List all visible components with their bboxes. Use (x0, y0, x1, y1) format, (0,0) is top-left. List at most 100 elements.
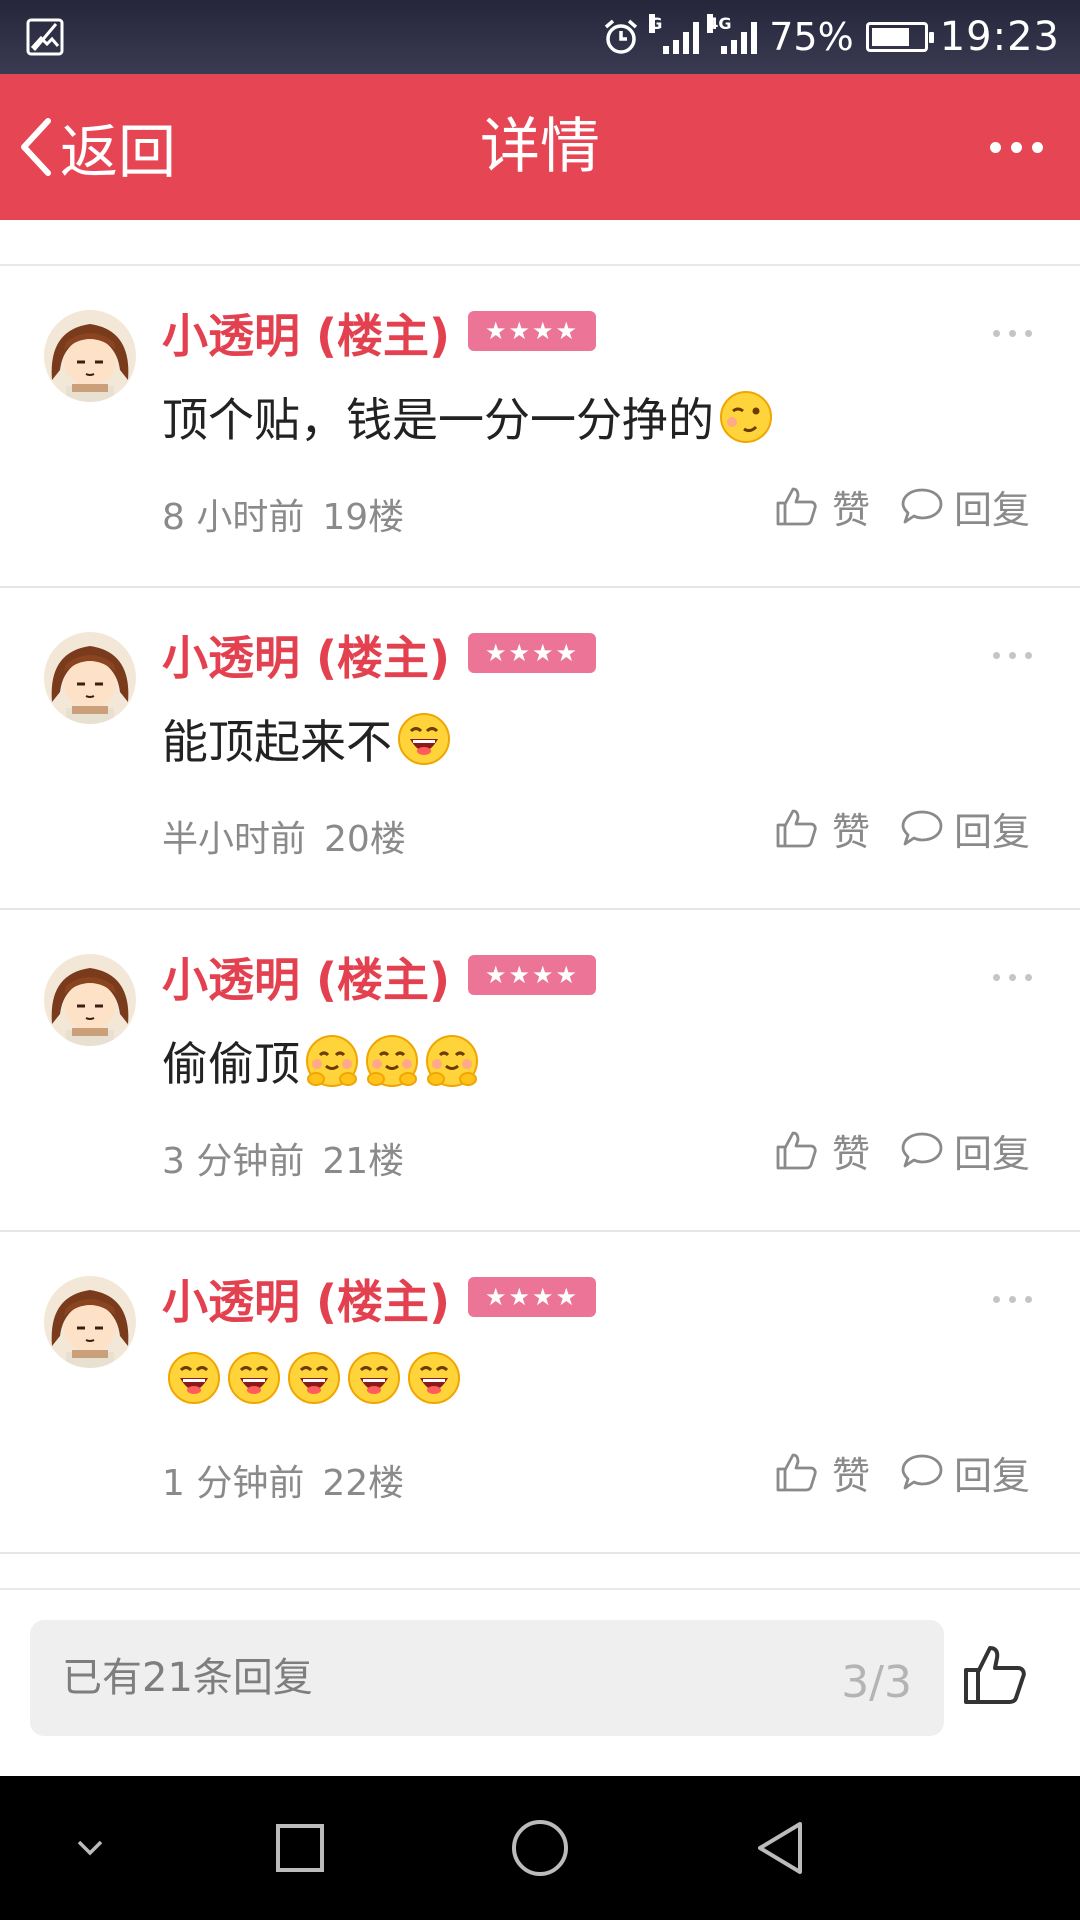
hug-emoji-icon (426, 1035, 478, 1087)
post-text: 偷偷顶 (162, 1037, 300, 1091)
like-label: 赞 (832, 487, 871, 532)
thumbs-up-icon (776, 487, 817, 526)
thumbs-up-icon[interactable] (960, 1640, 1030, 1710)
dot-icon (1025, 330, 1032, 337)
nav-home-button[interactable] (508, 1776, 572, 1920)
laugh-emoji-icon (408, 1352, 460, 1404)
reply-post: 小透明 (楼主) ★★★★ 能顶起来不半小时前 20楼 赞 回复 (0, 588, 1080, 910)
reply-input[interactable]: 已有21条回复 3/3 (30, 1620, 944, 1736)
post-options-button[interactable] (993, 652, 1032, 659)
dot-icon (1032, 141, 1043, 153)
previous-post-edge (0, 220, 1080, 266)
dot-icon (993, 330, 1000, 337)
comment-bubble-icon (901, 810, 943, 846)
username[interactable]: 小透明 (楼主) (162, 944, 450, 1010)
dot-icon (1009, 974, 1016, 981)
laugh-emoji-icon (348, 1352, 400, 1404)
username[interactable]: 小透明 (楼主) (162, 300, 450, 366)
laugh-emoji-icon (288, 1352, 340, 1404)
reply-feed[interactable]: 小透明 (楼主) ★★★★ 顶个贴，钱是一分一分挣的 8 小时前 19楼赞回复 小透明 (… (0, 220, 1080, 1590)
post-options-button[interactable] (993, 330, 1032, 337)
like-label: 赞 (832, 1131, 871, 1176)
post-time: 半小时前 (162, 819, 307, 860)
username[interactable]: 小透明 (楼主) (162, 622, 450, 688)
floor-number: 19楼 (322, 497, 405, 538)
like-button[interactable]: 赞 (774, 1120, 870, 1180)
reply-label: 回复 (954, 1453, 1031, 1498)
avatar[interactable] (44, 632, 136, 724)
status-bar: G 4G 75% 19:23 (0, 0, 1080, 74)
floor-number: 21楼 (322, 1141, 405, 1182)
laugh-emoji-icon (228, 1352, 280, 1404)
circle-icon (512, 1820, 568, 1876)
avatar[interactable] (44, 1276, 136, 1368)
alarm-icon (605, 19, 638, 54)
signal-g-icon: G (649, 14, 700, 54)
nav-recents-button[interactable] (270, 1776, 330, 1920)
username[interactable]: 小透明 (楼主) (162, 1266, 450, 1332)
like-button[interactable]: 赞 (774, 1442, 870, 1502)
reply-button[interactable]: 回复 (900, 476, 1030, 536)
dot-icon (993, 652, 1000, 659)
post-meta: 半小时前 20楼 (162, 810, 406, 862)
like-button[interactable]: 赞 (774, 476, 870, 536)
floor-number: 22楼 (322, 1463, 405, 1504)
laugh-emoji-icon (398, 713, 450, 765)
triangle-back-icon (758, 1822, 802, 1874)
post-content: 偷偷顶 (162, 1028, 480, 1094)
post-content: 能顶起来不 (162, 706, 452, 772)
reply-post: 小透明 (楼主) ★★★★ 1 分钟前 22楼 赞 回复 (0, 1232, 1080, 1554)
post-time: 3 分钟前 (162, 1141, 305, 1182)
reply-button[interactable]: 回复 (900, 1442, 1030, 1502)
reply-label: 回复 (954, 487, 1031, 532)
post-options-button[interactable] (993, 974, 1032, 981)
app-header: 返回 详情 (0, 74, 1080, 220)
battery-icon (865, 22, 934, 52)
dot-icon (990, 141, 1001, 153)
reply-count-placeholder: 已有21条回复 (62, 1655, 313, 1701)
reply-bar: 已有21条回复 3/3 (0, 1588, 1080, 1778)
thumbs-up-icon (776, 1131, 817, 1170)
level-badge: ★★★★ (468, 1277, 596, 1317)
like-button[interactable]: 赞 (774, 798, 870, 858)
dot-icon (1011, 141, 1022, 153)
chevron-down-icon (77, 1840, 103, 1856)
comment-bubble-icon (901, 1454, 943, 1490)
more-options-button[interactable] (990, 132, 1050, 162)
post-meta: 1 分钟前 22楼 (162, 1454, 404, 1506)
post-time: 8 小时前 (162, 497, 305, 538)
thumbs-up-icon (776, 809, 817, 848)
dot-icon (1009, 330, 1016, 337)
post-content (162, 1350, 462, 1406)
comment-bubble-icon (901, 1132, 943, 1168)
dot-icon (1025, 1296, 1032, 1303)
battery-level-fill (871, 28, 910, 46)
laugh-emoji-icon (168, 1352, 220, 1404)
reply-label: 回复 (954, 809, 1031, 854)
like-label: 赞 (832, 809, 871, 854)
like-label: 赞 (832, 1453, 871, 1498)
reply-button[interactable]: 回复 (900, 1120, 1030, 1180)
level-badge: ★★★★ (468, 955, 596, 995)
signal-4g-icon: 4G (707, 14, 758, 54)
reply-button[interactable]: 回复 (900, 798, 1030, 858)
nav-back-button[interactable] (750, 1776, 810, 1920)
post-options-button[interactable] (993, 1296, 1032, 1303)
dot-icon (993, 1296, 1000, 1303)
hug-emoji-icon (366, 1035, 418, 1087)
level-badge: ★★★★ (468, 633, 596, 673)
comment-bubble-icon (901, 488, 943, 524)
square-icon (276, 1824, 324, 1872)
avatar[interactable] (44, 310, 136, 402)
post-meta: 3 分钟前 21楼 (162, 1132, 404, 1184)
system-navigation-bar (0, 1776, 1080, 1920)
reply-label: 回复 (954, 1131, 1031, 1176)
battery-percent: 75% (769, 15, 854, 59)
hug-emoji-icon (306, 1035, 358, 1087)
avatar[interactable] (44, 954, 136, 1046)
post-content: 顶个贴，钱是一分一分挣的 (162, 384, 774, 450)
nav-collapse-button[interactable] (60, 1776, 120, 1920)
dot-icon (993, 974, 1000, 981)
dot-icon (1009, 1296, 1016, 1303)
clock: 19:23 (939, 14, 1060, 60)
